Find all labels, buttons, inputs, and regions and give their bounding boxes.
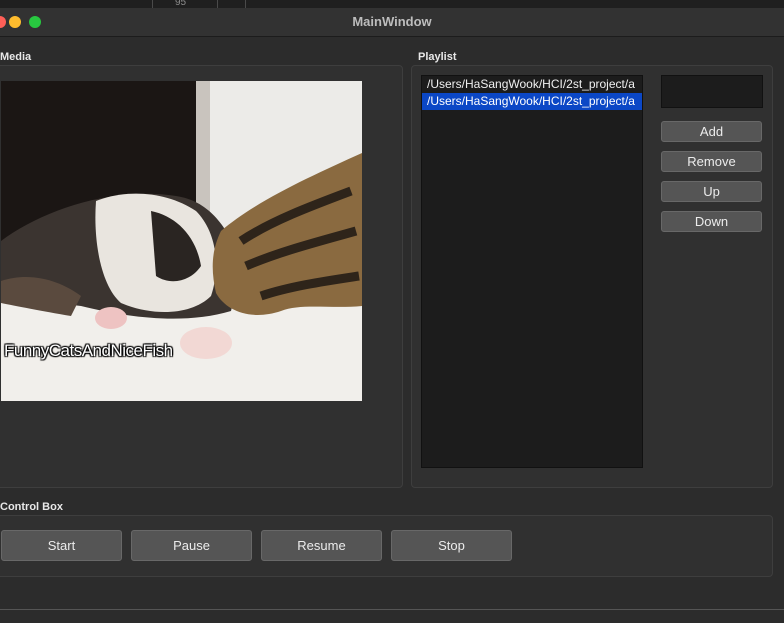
control-box-label: Control Box bbox=[0, 501, 63, 513]
playlist-group-label: Playlist bbox=[418, 51, 457, 63]
playlist-item-selected[interactable]: /Users/HaSangWook/HCI/2st_project/a bbox=[422, 93, 642, 110]
pause-button[interactable]: Pause bbox=[131, 530, 252, 561]
add-button[interactable]: Add bbox=[661, 121, 762, 142]
media-group-label: Media bbox=[0, 51, 32, 63]
title-bar: MainWindow bbox=[0, 8, 784, 37]
stop-button[interactable]: Stop bbox=[391, 530, 512, 561]
video-frame[interactable]: FunnyCatsAndNiceFish bbox=[1, 81, 362, 401]
playlist-list[interactable]: /Users/HaSangWook/HCI/2st_project/a /Use… bbox=[421, 75, 643, 468]
remove-button[interactable]: Remove bbox=[661, 151, 762, 172]
playlist-item[interactable]: /Users/HaSangWook/HCI/2st_project/a bbox=[422, 76, 642, 93]
window-bottom-divider bbox=[0, 609, 784, 610]
playlist-text-field[interactable] bbox=[661, 75, 763, 108]
start-button[interactable]: Start bbox=[1, 530, 122, 561]
down-button[interactable]: Down bbox=[661, 211, 762, 232]
up-button[interactable]: Up bbox=[661, 181, 762, 202]
background-line-number: 95 bbox=[175, 0, 187, 8]
video-watermark: FunnyCatsAndNiceFish bbox=[4, 341, 173, 360]
resume-button[interactable]: Resume bbox=[261, 530, 382, 561]
window-title: MainWindow bbox=[352, 14, 432, 29]
